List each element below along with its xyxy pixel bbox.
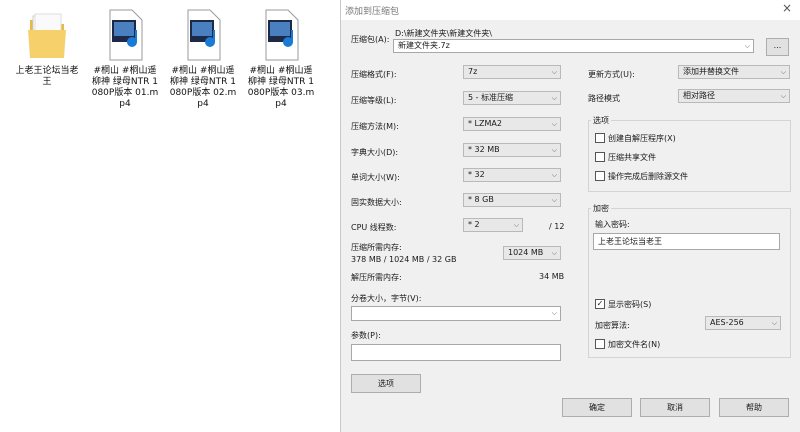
word-value: * 32: [468, 170, 485, 179]
format-select[interactable]: 7z ⌵: [463, 65, 561, 79]
threads-select[interactable]: * 2 ⌵: [463, 218, 523, 232]
password-label: 输入密码:: [595, 220, 630, 229]
encryption-group: [588, 208, 791, 358]
update-select[interactable]: 添加并替换文件 ⌵: [678, 65, 790, 79]
threads-value: * 2: [468, 220, 480, 229]
archive-path: D:\新建文件夹\新建文件夹\: [395, 29, 492, 38]
sfx-label: 创建自解压程序(X): [608, 134, 676, 143]
browse-button[interactable]: ...: [766, 38, 789, 56]
method-value: * LZMA2: [468, 119, 502, 128]
word-label: 单词大小(W):: [351, 173, 400, 182]
update-label: 更新方式(U):: [588, 70, 635, 79]
solid-select[interactable]: * 8 GB ⌵: [463, 193, 561, 207]
solid-value: * 8 GB: [468, 195, 494, 204]
level-label: 压缩等级(L):: [351, 96, 397, 105]
dict-value: * 32 MB: [468, 145, 500, 154]
video-file-icon: [180, 6, 226, 64]
encrypt-names-label: 加密文件名(N): [608, 340, 661, 349]
shared-label: 压缩共享文件: [608, 153, 656, 162]
format-label: 压缩格式(F):: [351, 70, 397, 79]
checkbox-box: [595, 132, 605, 143]
desktop-item-name: 上老王论坛当老王: [15, 66, 79, 87]
desktop-item-name: #桐山 #桐山遥 柳神 绿母NTR 1080P版本 01.mp4: [91, 66, 159, 109]
chevron-down-icon: ⌵: [551, 146, 557, 154]
video-file-icon: [258, 6, 304, 64]
memory-compress-select[interactable]: 1024 MB ⌵: [503, 246, 561, 260]
level-select[interactable]: 5 - 标准压缩 ⌵: [463, 91, 561, 105]
encryption-method-value: AES-256: [710, 318, 744, 327]
solid-label: 固实数据大小:: [351, 198, 402, 207]
threads-label: CPU 线程数:: [351, 223, 397, 232]
help-button[interactable]: 帮助: [719, 398, 789, 417]
format-value: 7z: [468, 67, 478, 76]
memory-compress-value: 1024 MB: [508, 248, 544, 257]
checkbox-box: [595, 338, 605, 349]
ok-button[interactable]: 确定: [562, 398, 632, 417]
chevron-down-icon: ⌵: [780, 68, 786, 76]
memory-compress-detail: 378 MB / 1024 MB / 32 GB: [351, 255, 457, 264]
archive-name-combobox[interactable]: 新建文件夹.7z ⌵: [393, 39, 754, 53]
shared-checkbox[interactable]: 压缩共享文件: [595, 151, 656, 163]
encryption-method-select[interactable]: AES-256 ⌵: [705, 316, 781, 330]
split-label: 分卷大小，字节(V):: [351, 294, 422, 303]
params-label: 参数(P):: [351, 331, 381, 340]
desktop-video-item[interactable]: #桐山 #桐山遥 柳神 绿母NTR 1080P版本 01.mp4: [90, 6, 160, 110]
chevron-down-icon: ⌵: [513, 221, 519, 229]
chevron-down-icon: ⌵: [551, 68, 557, 76]
method-select[interactable]: * LZMA2 ⌵: [463, 117, 561, 131]
video-file-icon: [102, 6, 148, 64]
level-value: 5 - 标准压缩: [468, 93, 514, 102]
delete-label: 操作完成后删除源文件: [608, 172, 688, 181]
options-group-title: 选项: [591, 115, 611, 126]
word-select[interactable]: * 32 ⌵: [463, 168, 561, 182]
options-button[interactable]: 选项: [351, 374, 421, 393]
encrypt-names-checkbox[interactable]: 加密文件名(N): [595, 338, 661, 350]
show-password-label: 显示密码(S): [608, 300, 652, 309]
chevron-down-icon: ⌵: [551, 309, 557, 317]
memory-decompress-label: 解压所需内存:: [351, 273, 402, 282]
checkmark-icon: ✓: [595, 298, 605, 309]
pathmode-select[interactable]: 相对路径 ⌵: [678, 89, 790, 103]
encryption-method-label: 加密算法:: [595, 321, 630, 330]
cancel-button[interactable]: 取消: [640, 398, 710, 417]
chevron-down-icon: ⌵: [551, 171, 557, 179]
encryption-group-title: 加密: [591, 203, 611, 214]
threads-max: / 12: [549, 222, 565, 231]
desktop-item-name: #桐山 #桐山遥 柳神 绿母NTR 1080P版本 03.mp4: [247, 66, 315, 109]
desktop-item-name: #桐山 #桐山遥 柳神 绿母NTR 1080P版本 02.mp4: [169, 66, 237, 109]
checkbox-box: [595, 151, 605, 162]
split-combobox[interactable]: ⌵: [351, 306, 561, 321]
delete-after-checkbox[interactable]: 操作完成后删除源文件: [595, 170, 688, 182]
memory-compress-label: 压缩所需内存:: [351, 243, 402, 252]
password-input[interactable]: 上老王论坛当老王: [593, 233, 780, 250]
dialog-titlebar[interactable]: 添加到压缩包 ×: [341, 0, 800, 20]
sfx-checkbox[interactable]: 创建自解压程序(X): [595, 132, 676, 144]
chevron-down-icon: ⌵: [744, 42, 750, 50]
folder-icon: [24, 6, 70, 64]
checkbox-box: [595, 170, 605, 181]
pathmode-label: 路径模式: [588, 94, 620, 103]
desktop-folder-item[interactable]: 上老王论坛当老王: [12, 6, 82, 88]
archive-label: 压缩包(A):: [351, 35, 390, 44]
show-password-checkbox[interactable]: ✓ 显示密码(S): [595, 298, 652, 310]
memory-decompress-value: 34 MB: [539, 272, 565, 281]
dialog-title: 添加到压缩包: [345, 7, 400, 17]
dict-select[interactable]: * 32 MB ⌵: [463, 143, 561, 157]
desktop-video-item[interactable]: #桐山 #桐山遥 柳神 绿母NTR 1080P版本 02.mp4: [168, 6, 238, 110]
dict-label: 字典大小(D):: [351, 148, 399, 157]
method-label: 压缩方法(M):: [351, 122, 399, 131]
chevron-down-icon: ⌵: [551, 120, 557, 128]
add-to-archive-dialog: 添加到压缩包 × 压缩包(A): D:\新建文件夹\新建文件夹\ 新建文件夹.7…: [340, 0, 800, 432]
chevron-down-icon: ⌵: [551, 249, 557, 257]
archive-name-value: 新建文件夹.7z: [398, 41, 450, 50]
chevron-down-icon: ⌵: [551, 196, 557, 204]
chevron-down-icon: ⌵: [551, 94, 557, 102]
close-icon[interactable]: ×: [782, 1, 792, 15]
desktop-video-item[interactable]: #桐山 #桐山遥 柳神 绿母NTR 1080P版本 03.mp4: [246, 6, 316, 110]
params-input[interactable]: [351, 344, 561, 361]
chevron-down-icon: ⌵: [771, 319, 777, 327]
pathmode-value: 相对路径: [683, 91, 715, 100]
update-value: 添加并替换文件: [683, 67, 739, 76]
chevron-down-icon: ⌵: [780, 92, 786, 100]
